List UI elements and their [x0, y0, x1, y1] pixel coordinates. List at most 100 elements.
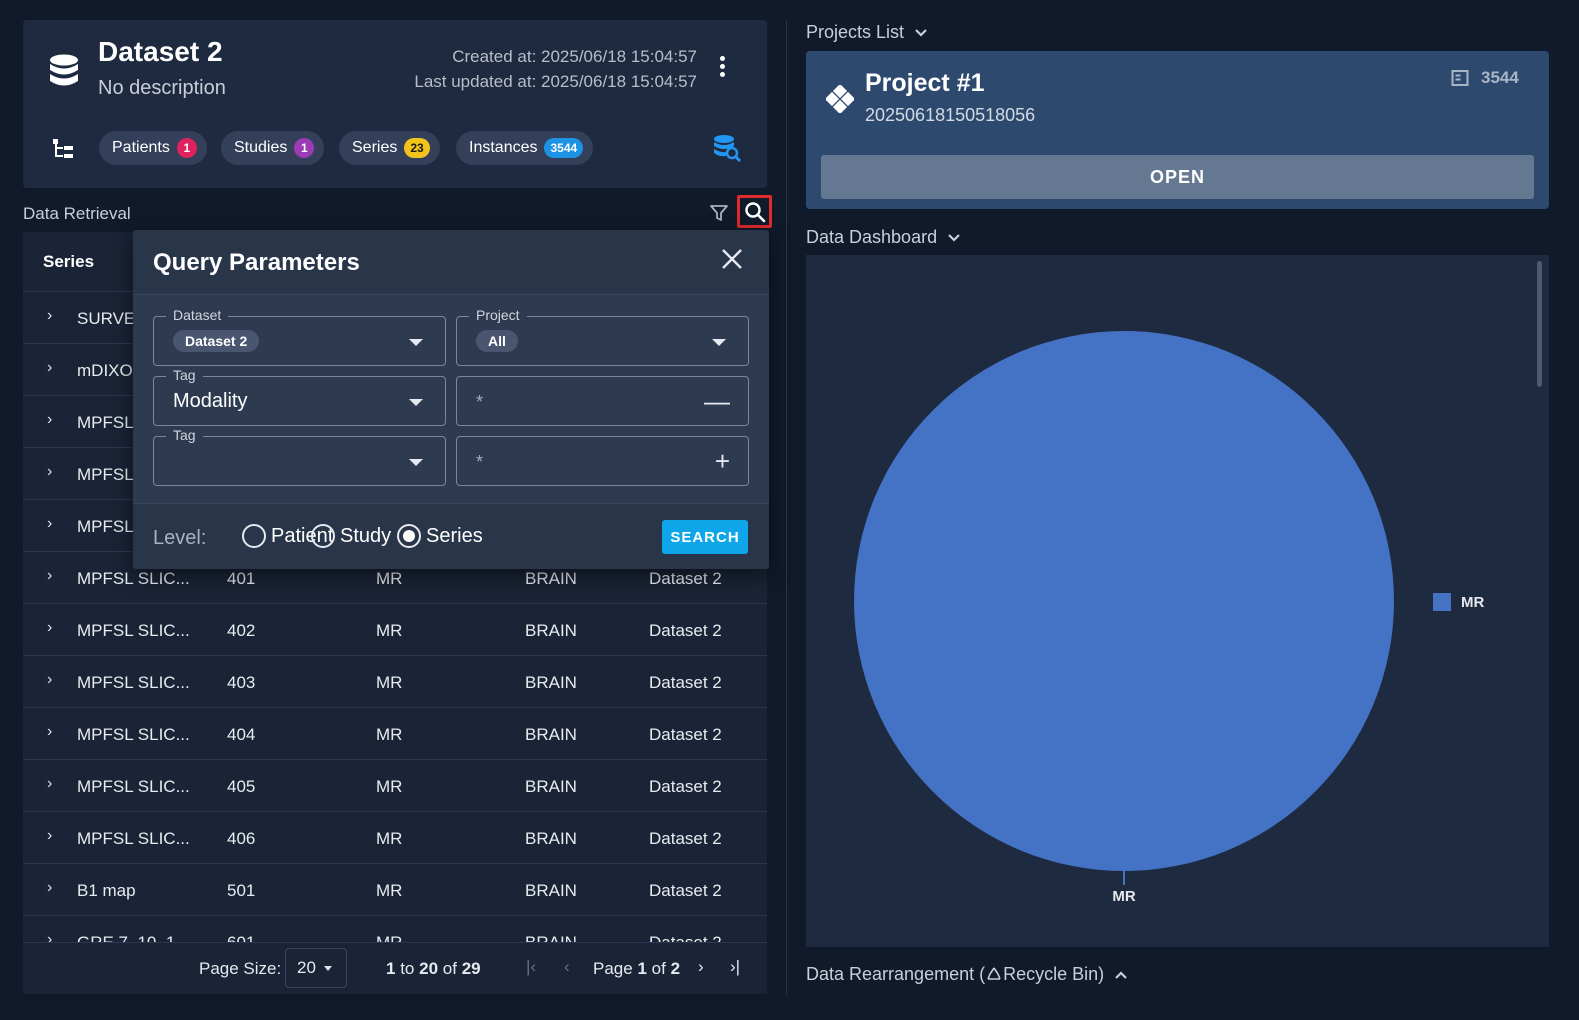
expand-row-icon[interactable]: › [47, 619, 59, 639]
expand-row-icon[interactable]: › [47, 359, 59, 379]
tag-select-2[interactable]: Tag [153, 427, 446, 486]
cell-series-description: MPFSL SLIC... [77, 725, 190, 744]
expand-row-icon[interactable]: › [47, 411, 59, 431]
radio-label: Study [340, 524, 392, 547]
level-radio-study[interactable]: Study [311, 524, 391, 548]
pie-chart: MR MR [854, 331, 1484, 905]
expand-row-icon[interactable]: › [47, 723, 59, 743]
dataset-title: Dataset 2 [98, 36, 223, 67]
range-to-word: to [400, 959, 415, 978]
tree-view-icon[interactable] [51, 137, 75, 161]
expand-row-icon[interactable]: › [47, 671, 59, 691]
data-dashboard-title: Data Dashboard [806, 227, 938, 247]
dialog-title: Query Parameters [153, 249, 360, 276]
query-search-button[interactable] [737, 195, 772, 228]
expand-row-icon[interactable]: › [47, 879, 59, 899]
cell-dataset: Dataset 2 [649, 569, 722, 588]
dataset-select[interactable]: Dataset Dataset 2 [153, 307, 446, 366]
tag-field-label: Tag [166, 367, 203, 383]
expand-row-icon[interactable]: › [47, 775, 59, 795]
column-divider [786, 20, 787, 995]
tag-select-1[interactable]: Tag Modality [153, 367, 446, 426]
instances-chip[interactable]: Instances 3544 [456, 131, 594, 165]
database-search-icon[interactable] [713, 134, 741, 162]
caret-down-icon [409, 459, 423, 466]
more-options-icon[interactable] [717, 56, 727, 80]
range-of-word: of [442, 959, 457, 978]
open-project-button[interactable]: OPEN [821, 155, 1534, 199]
table-row[interactable]: › B1 map 501 MR BRAIN Dataset 2 [23, 864, 767, 916]
project-chip: All [476, 330, 518, 352]
legend-swatch[interactable] [1433, 593, 1451, 611]
table-row[interactable]: › MPFSL SLIC... 406 MR BRAIN Dataset 2 [23, 812, 767, 864]
expand-row-icon[interactable]: › [47, 515, 59, 535]
cell-series-number: 401 [227, 569, 256, 588]
studies-count-badge: 1 [294, 138, 315, 158]
tag-value-input-2[interactable]: * + [456, 436, 749, 486]
expand-row-icon[interactable]: › [47, 827, 59, 847]
cell-series-description: MPFSL SLIC... [77, 777, 190, 796]
cell-series-description: mDIXO [77, 361, 133, 380]
table-row[interactable]: › MPFSL SLIC... 402 MR BRAIN Dataset 2 [23, 604, 767, 656]
level-label: Level: [153, 527, 207, 549]
studies-chip[interactable]: Studies 1 [221, 131, 325, 165]
last-page-icon[interactable]: ›| [730, 957, 740, 977]
series-chip[interactable]: Series 23 [339, 131, 440, 165]
chevron-up-icon [1115, 970, 1127, 979]
cell-series-number: 405 [227, 777, 256, 796]
legend-label[interactable]: MR [1461, 594, 1484, 611]
dashboard-scrollbar[interactable] [1537, 261, 1542, 387]
data-rearrangement-header[interactable]: Data Rearrangement (Recycle Bin) [806, 964, 1128, 985]
chip-label: Studies [234, 139, 288, 156]
cell-series-number: 406 [227, 829, 256, 848]
table-row[interactable]: › MPFSL SLIC... 405 MR BRAIN Dataset 2 [23, 760, 767, 812]
project-field-label: Project [469, 307, 527, 323]
project-select[interactable]: Project All [456, 307, 749, 366]
page-indicator: Page 1 of 2 [593, 959, 680, 979]
cell-body-part: BRAIN [525, 621, 577, 640]
data-dashboard-header[interactable]: Data Dashboard [806, 227, 961, 248]
expand-row-icon[interactable]: › [47, 463, 59, 483]
expand-row-icon[interactable]: › [47, 567, 59, 587]
previous-page-icon[interactable]: ‹ [564, 957, 570, 977]
close-icon[interactable] [719, 246, 745, 272]
table-row[interactable]: › MPFSL SLIC... 403 MR BRAIN Dataset 2 [23, 656, 767, 708]
expand-row-icon[interactable]: › [47, 307, 59, 327]
cell-dataset: Dataset 2 [649, 777, 722, 796]
remove-icon[interactable]: — [704, 387, 730, 415]
caret-down-icon [409, 339, 423, 346]
cell-body-part: BRAIN [525, 725, 577, 744]
first-page-icon[interactable]: |‹ [526, 957, 536, 977]
cell-series-description: MPFSL [77, 465, 134, 484]
chip-label: Series [352, 139, 398, 156]
cell-series-number: 402 [227, 621, 256, 640]
cell-series-description: MPFSL SLIC... [77, 673, 190, 692]
page-size-value: 20 [297, 958, 316, 977]
database-icon [50, 54, 78, 86]
pie-slice-mr[interactable] [854, 331, 1394, 871]
next-page-icon[interactable]: › [698, 957, 704, 977]
projects-list-title: Projects List [806, 22, 905, 42]
page-current: 1 [637, 959, 647, 978]
search-button[interactable]: SEARCH [662, 520, 748, 554]
cell-body-part: BRAIN [525, 569, 577, 588]
cell-modality: MR [376, 621, 403, 640]
column-header-series[interactable]: Series [43, 252, 94, 272]
page-size-select[interactable]: 20 [285, 948, 347, 988]
caret-down-icon [712, 339, 726, 346]
patients-chip[interactable]: Patients 1 [99, 131, 207, 165]
project-instance-count: 3544 [1451, 68, 1519, 88]
cell-modality: MR [376, 725, 403, 744]
filter-icon[interactable] [709, 203, 729, 223]
chevron-down-icon [948, 233, 960, 242]
pagination-bar: Page Size: 20 1 to 20 of 29 |‹ ‹ Page 1 … [23, 942, 767, 994]
level-radio-series[interactable]: Series [397, 524, 483, 548]
tag-value-input-1[interactable]: * — [456, 376, 749, 426]
table-row[interactable]: › MPFSL SLIC... 404 MR BRAIN Dataset 2 [23, 708, 767, 760]
dataset-header-card: Dataset 2 No description Created at: 202… [23, 20, 767, 188]
projects-list-header[interactable]: Projects List [806, 22, 928, 43]
add-icon[interactable]: + [715, 447, 730, 475]
dataset-field-label: Dataset [166, 307, 229, 323]
tag-field-label: Tag [166, 427, 203, 443]
slice-label: MR [1112, 888, 1135, 905]
